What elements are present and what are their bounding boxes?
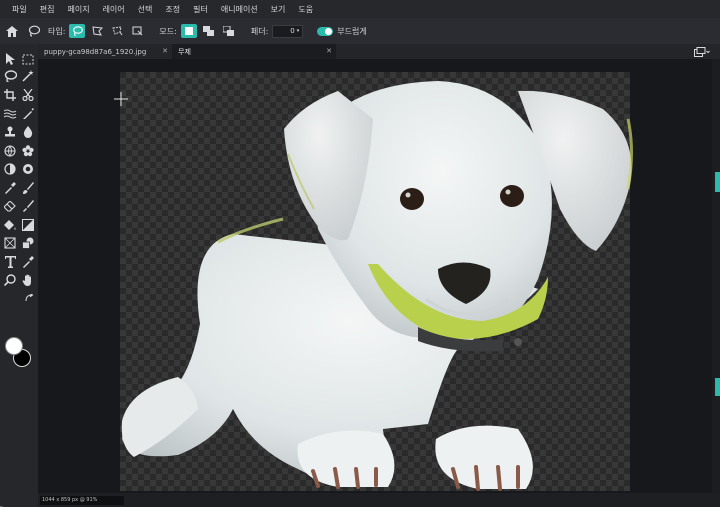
- sponge-icon[interactable]: [20, 161, 36, 177]
- eraser-icon[interactable]: [2, 198, 18, 214]
- tab-label: puppy-gca98d87a6_1920.jpg: [44, 47, 147, 56]
- close-icon[interactable]: ✕: [162, 47, 168, 55]
- close-icon[interactable]: ✕: [326, 47, 332, 55]
- image-size-status: 1044 x 859 px @ 91%: [40, 496, 124, 505]
- home-icon[interactable]: [4, 23, 20, 39]
- crosshair-cursor: [114, 92, 128, 106]
- smooth-label: 부드럽게: [337, 26, 367, 36]
- feather-input[interactable]: 0 ▾: [272, 24, 304, 38]
- move-icon[interactable]: [2, 51, 18, 67]
- window-arrange-icon[interactable]: [694, 46, 710, 57]
- menu-help[interactable]: 도움: [298, 4, 313, 15]
- tab-untitled[interactable]: 무제 ✕: [172, 44, 336, 59]
- menu-edit[interactable]: 편집: [40, 4, 55, 15]
- tab-label: 무제: [178, 47, 191, 56]
- menu-layer[interactable]: 레이어: [103, 4, 125, 15]
- menu-filter[interactable]: 필터: [193, 4, 208, 15]
- swap-colors-icon[interactable]: [24, 293, 34, 303]
- menu-adjust[interactable]: 조정: [165, 4, 180, 15]
- color-replace-icon[interactable]: [20, 198, 36, 214]
- mode-subtract-selection-button[interactable]: [221, 24, 237, 38]
- menu-page[interactable]: 페이지: [67, 4, 89, 15]
- right-panel-strip: [712, 59, 720, 493]
- pencil-icon[interactable]: [20, 106, 36, 122]
- menu-file[interactable]: 파일: [12, 4, 27, 15]
- smooth-toggle[interactable]: [317, 26, 334, 36]
- shape-icon[interactable]: [2, 235, 18, 251]
- panel-handle[interactable]: [715, 172, 720, 192]
- scissors-icon[interactable]: [20, 87, 36, 103]
- hand-icon[interactable]: [20, 272, 36, 288]
- zoom-icon[interactable]: [2, 272, 18, 288]
- paint-bucket-icon[interactable]: [2, 217, 18, 233]
- mode-add-selection-button[interactable]: [201, 24, 217, 38]
- feather-value: 0: [290, 27, 295, 35]
- magic-wand-icon[interactable]: [20, 68, 36, 84]
- liquify-icon[interactable]: [2, 106, 18, 122]
- lasso-mode-button[interactable]: [69, 24, 86, 38]
- status-bar: 1044 x 859 px @ 91%: [38, 493, 720, 507]
- canvas-area[interactable]: [38, 59, 712, 493]
- menu-select[interactable]: 선택: [138, 4, 153, 15]
- crop-icon[interactable]: [2, 87, 18, 103]
- menu-bar: 파일 편집 페이지 레이어 선택 조정 필터 애니메이션 보기 도움: [0, 0, 720, 18]
- lasso-icon[interactable]: [26, 23, 42, 39]
- lasso-tool-icon[interactable]: [2, 68, 18, 84]
- flower-icon[interactable]: [20, 143, 36, 159]
- panel-handle[interactable]: [715, 378, 720, 396]
- contrast-icon[interactable]: [2, 161, 18, 177]
- tool-palette: [0, 44, 38, 507]
- polygon-lasso-icon[interactable]: [89, 24, 105, 38]
- feather-label: 페더:: [250, 26, 269, 36]
- menu-animation[interactable]: 애니메이션: [221, 4, 258, 15]
- mode-label: 모드:: [159, 26, 177, 36]
- color-picker-icon[interactable]: [20, 254, 36, 270]
- globe-icon[interactable]: [2, 143, 18, 159]
- shapes-icon[interactable]: [20, 235, 36, 251]
- tab-puppy[interactable]: puppy-gca98d87a6_1920.jpg ✕: [38, 44, 172, 59]
- puppy-image: [121, 81, 633, 491]
- brush-icon[interactable]: [20, 180, 36, 196]
- gradient-icon[interactable]: [20, 217, 36, 233]
- marquee-icon[interactable]: [20, 51, 36, 67]
- chevron-down-icon: ▾: [296, 28, 300, 34]
- magnetic-lasso-alt-icon[interactable]: [129, 24, 145, 38]
- type-label: 타입:: [48, 26, 66, 36]
- mode-new-selection-button[interactable]: [180, 24, 197, 38]
- dropper-icon[interactable]: [2, 180, 18, 196]
- stamp-icon[interactable]: [2, 124, 18, 140]
- options-bar: 타입: 모드: 페더: 0 ▾ 부드럽게: [0, 18, 720, 44]
- magnetic-lasso-icon[interactable]: [109, 24, 125, 38]
- text-icon[interactable]: [2, 254, 18, 270]
- document-tabs: puppy-gca98d87a6_1920.jpg ✕ 무제 ✕: [38, 44, 720, 59]
- blur-drop-icon[interactable]: [20, 124, 36, 140]
- menu-view[interactable]: 보기: [271, 4, 286, 15]
- foreground-color-swatch[interactable]: [5, 337, 23, 355]
